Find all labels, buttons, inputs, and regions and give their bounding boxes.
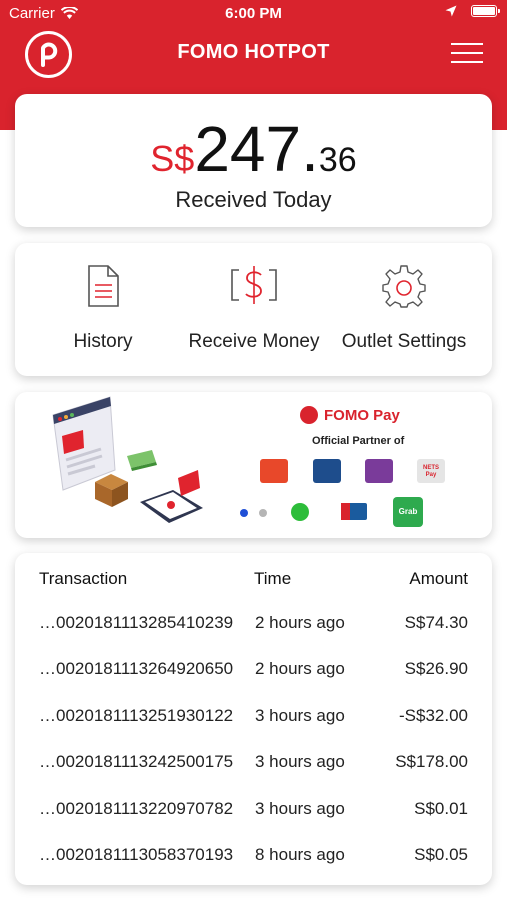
transaction-amount: S$74.30: [404, 613, 468, 632]
balance-currency: S$: [150, 138, 195, 179]
table-row[interactable]: …0020181113285410239 2 hours ago S$74.30: [15, 601, 492, 647]
receive-money-label: Receive Money: [188, 331, 320, 352]
table-row[interactable]: …0020181113264920650 2 hours ago S$26.90: [15, 647, 492, 693]
transaction-amount: S$26.90: [404, 659, 468, 678]
transaction-id: …0020181113058370193: [39, 845, 234, 864]
transaction-id: …0020181113251930122: [39, 706, 234, 725]
transaction-amount: S$0.05: [414, 845, 468, 864]
balance-card: S$247.36 Received Today: [15, 94, 492, 227]
hamburger-menu-icon[interactable]: [451, 41, 483, 65]
transaction-id: …0020181113220970782: [39, 799, 234, 818]
document-icon: [88, 265, 119, 307]
partner-logo-3: [365, 459, 393, 483]
card-icon: [178, 470, 200, 496]
transaction-time: 2 hours ago: [255, 613, 345, 632]
balance-amount: S$247.36: [15, 112, 492, 186]
transaction-amount: S$0.01: [414, 799, 468, 818]
table-row[interactable]: …0020181113220970782 3 hours ago S$0.01: [15, 787, 492, 833]
grab-label: Grab: [398, 507, 418, 516]
transaction-id: …0020181113242500175: [39, 752, 234, 771]
fomo-pay-brand: FOMO Pay: [300, 406, 400, 424]
history-label: History: [73, 331, 133, 352]
history-button[interactable]: History: [28, 263, 178, 353]
gear-icon: [382, 265, 426, 308]
time-column-header: Time: [254, 569, 292, 588]
location-arrow-icon: [445, 5, 457, 17]
transaction-time: 3 hours ago: [255, 706, 345, 725]
table-row[interactable]: …0020181113242500175 3 hours ago S$178.0…: [15, 740, 492, 786]
transaction-id: …0020181113264920650: [39, 659, 234, 678]
transaction-time: 3 hours ago: [255, 752, 345, 771]
balance-label: Received Today: [175, 187, 332, 212]
table-row[interactable]: …0020181113251930122 3 hours ago -S$32.0…: [15, 694, 492, 740]
balance-decimal: 36: [318, 141, 357, 179]
transaction-time: 3 hours ago: [255, 799, 345, 818]
battery-icon: [471, 5, 500, 17]
transaction-amount: -S$32.00: [399, 706, 468, 725]
partner-logo-1: [260, 459, 288, 483]
transaction-id: …0020181113285410239: [39, 613, 234, 632]
promo-banner[interactable]: FOMO Pay Official Partner of NETS Pay Gr…: [15, 392, 492, 538]
transaction-column-header: Transaction: [39, 569, 128, 588]
balance-whole: 247.: [194, 113, 319, 185]
partner-tagline: Official Partner of: [312, 435, 405, 447]
outlet-settings-label: Outlet Settings: [341, 331, 467, 352]
parcel-icon: [95, 474, 128, 507]
carousel-dot-active: [240, 509, 248, 517]
carousel-dot: [259, 509, 267, 517]
app-title: FOMO HOTPOT: [177, 41, 330, 63]
phone-icon: [140, 490, 203, 523]
table-row[interactable]: …0020181113058370193 8 hours ago S$0.05: [15, 833, 492, 879]
navigation-bar: FOMO HOTPOT: [0, 28, 507, 80]
transaction-time: 2 hours ago: [255, 659, 345, 678]
money-icon: [231, 266, 277, 304]
transaction-time: 8 hours ago: [255, 845, 345, 864]
receive-money-button[interactable]: Receive Money: [179, 263, 329, 353]
fomo-pay-label: FOMO Pay: [324, 406, 400, 424]
amount-column-header: Amount: [409, 569, 468, 588]
status-time: 6:00 PM: [225, 5, 282, 22]
outlet-settings-button[interactable]: Outlet Settings: [329, 263, 479, 353]
browser-illustration-icon: [52, 396, 116, 491]
nets-pay-label: NETS Pay: [422, 465, 439, 478]
partner-logo-2: [313, 459, 341, 483]
status-bar: Carrier 6:00 PM: [0, 0, 507, 28]
cash-icon: [127, 450, 157, 471]
fomo-pay-logo-icon: [300, 406, 318, 424]
transaction-amount: S$178.00: [395, 752, 468, 771]
wechat-logo: [291, 503, 309, 521]
transactions-card: Transaction Time Amount …002018111328541…: [15, 553, 492, 885]
actions-card: History Receive Money Outlet Settings: [15, 243, 492, 376]
